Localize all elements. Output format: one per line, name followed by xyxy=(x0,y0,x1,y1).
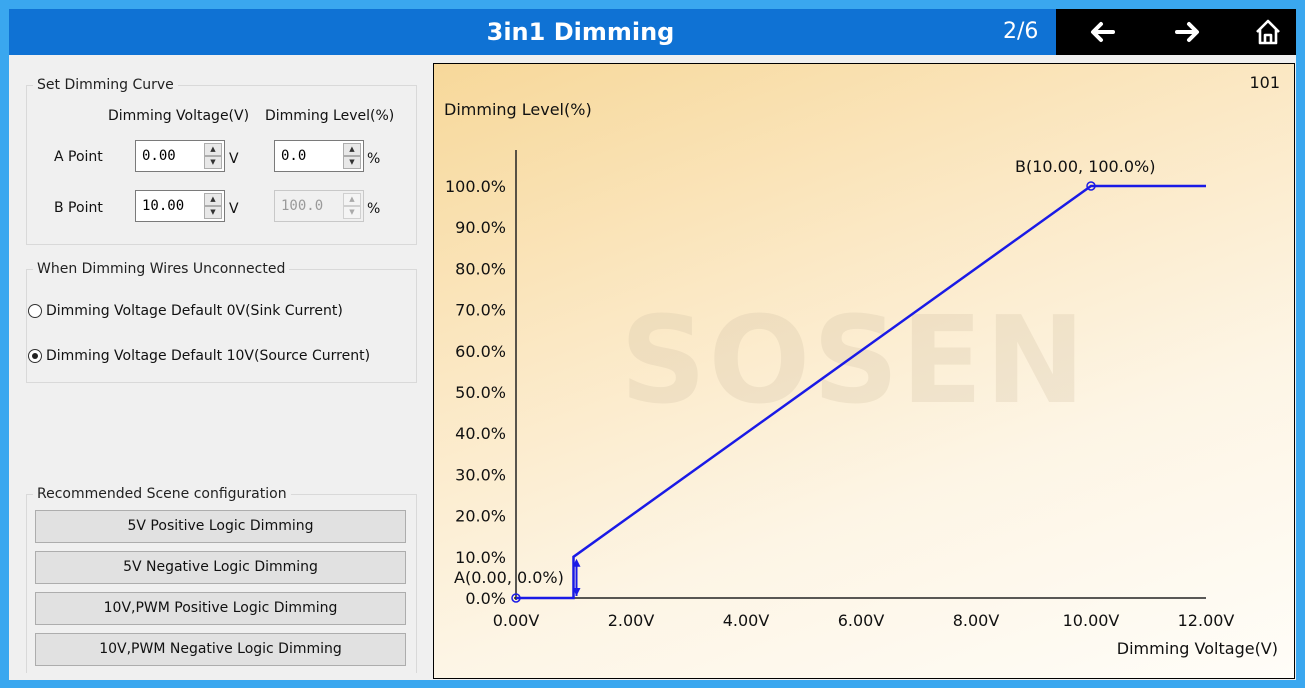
y-tick-label: 90.0% xyxy=(455,218,506,237)
spin-up-icon: ▲ xyxy=(343,193,361,206)
arrow-left-icon xyxy=(1091,22,1115,42)
x-tick-label: 6.00V xyxy=(838,611,885,630)
scene-10v-pwm-negative-button[interactable]: 10V,PWM Negative Logic Dimming xyxy=(35,633,406,666)
y-tick-label: 0.0% xyxy=(465,589,506,608)
a-level-unit: % xyxy=(367,151,381,167)
dimming-curve-group-title: Set Dimming Curve xyxy=(33,76,178,94)
home-button[interactable] xyxy=(1238,9,1298,55)
spin-down-icon[interactable]: ▼ xyxy=(343,156,361,169)
scene-10v-pwm-positive-button[interactable]: 10V,PWM Positive Logic Dimming xyxy=(35,592,406,625)
point-a-label: A(0.00, 0.0%) xyxy=(454,568,564,587)
scene-5v-negative-button[interactable]: 5V Negative Logic Dimming xyxy=(35,551,406,584)
home-icon xyxy=(1256,19,1280,45)
radio-source-current[interactable]: Dimming Voltage Default 10V(Source Curre… xyxy=(28,348,370,364)
b-voltage-input[interactable] xyxy=(136,191,202,221)
a-voltage-stepper[interactable]: ▲ ▼ xyxy=(135,140,225,172)
spin-up-icon[interactable]: ▲ xyxy=(204,193,222,206)
spin-up-icon[interactable]: ▲ xyxy=(343,143,361,156)
scene-group-title: Recommended Scene configuration xyxy=(33,485,291,503)
b-level-input xyxy=(275,191,341,221)
y-tick-label: 30.0% xyxy=(455,465,506,484)
b-level-unit: % xyxy=(367,201,381,217)
unconnected-group-title: When Dimming Wires Unconnected xyxy=(33,260,290,278)
b-voltage-stepper[interactable]: ▲ ▼ xyxy=(135,190,225,222)
x-tick-label: 4.00V xyxy=(723,611,770,630)
point-b-label: B(10.00, 100.0%) xyxy=(1015,157,1155,176)
x-tick-label: 12.00V xyxy=(1178,611,1235,630)
unconnected-group: When Dimming Wires Unconnected Dimming V… xyxy=(26,260,417,383)
dimming-chart: SOSEN Dimming Level(%) Dimming Voltage(V)… xyxy=(433,63,1295,679)
dimming-curve-group: Set Dimming Curve Dimming Voltage(V) Dim… xyxy=(26,76,417,245)
b-level-stepper: ▲ ▼ xyxy=(274,190,364,222)
voltage-column-header: Dimming Voltage(V) xyxy=(108,108,250,124)
title-bar: 3in1 Dimming 2/6 xyxy=(9,9,1296,55)
level-column-header: Dimming Level(%) xyxy=(265,108,395,124)
b-voltage-unit: V xyxy=(229,201,239,217)
y-tick-label: 50.0% xyxy=(455,383,506,402)
a-point-label: A Point xyxy=(54,149,103,165)
chart-svg: Dimming Level(%) Dimming Voltage(V) 101 0.0… xyxy=(444,73,1280,658)
y-tick-label: 60.0% xyxy=(455,342,506,361)
a-level-stepper[interactable]: ▲ ▼ xyxy=(274,140,364,172)
a-level-input[interactable] xyxy=(275,141,341,171)
y-tick-label: 40.0% xyxy=(455,424,506,443)
b-level-spin-buttons: ▲ ▼ xyxy=(343,193,361,219)
page-indicator: 2/6 xyxy=(1003,19,1039,44)
a-voltage-input[interactable] xyxy=(136,141,202,171)
arrow-right-icon xyxy=(1175,22,1199,42)
x-tick-label: 10.00V xyxy=(1063,611,1120,630)
a-voltage-spin-buttons: ▲ ▼ xyxy=(204,143,222,169)
spin-down-icon[interactable]: ▼ xyxy=(204,206,222,219)
y-tick-label: 80.0% xyxy=(455,259,506,278)
x-tick-label: 0.00V xyxy=(493,611,540,630)
a-voltage-unit: V xyxy=(229,151,239,167)
spin-down-icon: ▼ xyxy=(343,206,361,219)
x-axis-label: Dimming Voltage(V) xyxy=(1117,639,1278,658)
radio-on-icon[interactable] xyxy=(28,349,42,363)
y-tick-label: 20.0% xyxy=(455,507,506,526)
back-button[interactable] xyxy=(1072,9,1132,55)
forward-button[interactable] xyxy=(1158,9,1218,55)
spin-up-icon[interactable]: ▲ xyxy=(204,143,222,156)
y-tick-label: 70.0% xyxy=(455,301,506,320)
radio-off-icon[interactable] xyxy=(28,304,42,318)
app-window: 3in1 Dimming 2/6 Set Dimming Curve Dimmi… xyxy=(9,9,1296,680)
chart-id-label: 101 xyxy=(1249,73,1280,92)
b-voltage-spin-buttons: ▲ ▼ xyxy=(204,193,222,219)
dimming-curve-line xyxy=(516,184,1206,600)
y-tick-label: 100.0% xyxy=(445,177,506,196)
a-level-spin-buttons: ▲ ▼ xyxy=(343,143,361,169)
scene-5v-positive-button[interactable]: 5V Positive Logic Dimming xyxy=(35,510,406,543)
y-axis-label: Dimming Level(%) xyxy=(444,100,592,119)
radio-sink-label: Dimming Voltage Default 0V(Sink Current) xyxy=(46,303,343,319)
y-tick-label: 10.0% xyxy=(455,548,506,567)
nav-controls xyxy=(1056,9,1296,55)
b-point-label: B Point xyxy=(54,200,103,216)
x-tick-label: 8.00V xyxy=(953,611,1000,630)
radio-source-label: Dimming Voltage Default 10V(Source Curre… xyxy=(46,348,371,364)
page-title: 3in1 Dimming xyxy=(486,18,675,46)
x-tick-label: 2.00V xyxy=(608,611,655,630)
spin-down-icon[interactable]: ▼ xyxy=(204,156,222,169)
radio-sink-current[interactable]: Dimming Voltage Default 0V(Sink Current) xyxy=(28,303,343,319)
